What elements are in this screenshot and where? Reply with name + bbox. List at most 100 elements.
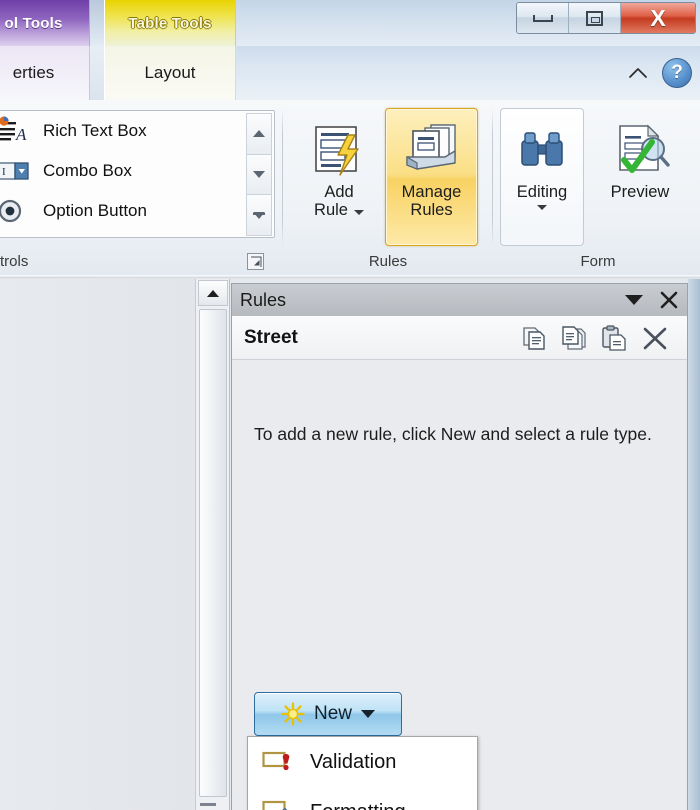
restore-button[interactable]: [569, 3, 621, 33]
gallery-item-option-button-label: Option Button: [43, 201, 147, 220]
help-icon[interactable]: ?: [662, 58, 692, 88]
scroll-more-icon: [253, 211, 265, 219]
add-rule-button[interactable]: Add Rule: [296, 108, 382, 246]
tab-properties[interactable]: erties: [0, 46, 90, 100]
new-rule-label: New: [313, 703, 352, 724]
ribbon-group-form-label: Form: [580, 253, 616, 270]
scroll-down-icon: [253, 171, 265, 178]
task-pane-body: To add a new rule, click New and select …: [232, 360, 687, 810]
application-window: ol Tools Table Tools X erties Layout ? A…: [0, 0, 700, 810]
contextual-tab-table-tools[interactable]: Table Tools: [104, 0, 236, 46]
ribbon-help-row: ?: [628, 58, 692, 88]
gallery-scrollbar[interactable]: [246, 113, 272, 237]
task-pane-title: Rules: [240, 289, 287, 310]
paste-icon[interactable]: [601, 324, 627, 351]
combo-box-icon: I: [0, 159, 31, 183]
contextual-tab-strip: ol Tools Table Tools X: [0, 0, 700, 46]
add-rule-label-line2: Rule: [314, 201, 348, 220]
add-rule-caret-icon[interactable]: [353, 210, 364, 216]
rule-toolbar: [521, 324, 675, 352]
minimize-icon: [532, 14, 553, 22]
contextual-tab-control-tools[interactable]: ol Tools: [0, 0, 90, 46]
add-rule-icon: [310, 117, 368, 183]
menu-item-validation[interactable]: Validation: [248, 737, 477, 787]
dialog-launcher-icon[interactable]: [247, 253, 264, 270]
gallery-scroll-up-button[interactable]: [246, 113, 272, 155]
editing-caret-icon[interactable]: [537, 205, 547, 211]
scroll-bottom-marker: [200, 803, 216, 806]
form-canvas[interactable]: [0, 279, 196, 810]
contextual-tab-control-tools-label: ol Tools: [4, 14, 63, 32]
gallery-item-option-button[interactable]: Option Button: [0, 191, 274, 231]
svg-text:A: A: [15, 125, 27, 144]
rich-text-box-icon: A: [0, 116, 31, 146]
gallery-item-combo-box[interactable]: I Combo Box: [0, 151, 274, 191]
restore-icon: [586, 10, 603, 26]
window-controls: X: [516, 2, 696, 34]
manage-rules-icon: [401, 117, 463, 183]
close-button[interactable]: X: [621, 3, 695, 33]
rules-task-pane: Rules Street To add a new rule, click Ne…: [231, 283, 688, 810]
menu-item-validation-label: Validation: [310, 750, 397, 773]
contextual-tab-table-tools-label: Table Tools: [128, 14, 212, 32]
ribbon-group-controls: A Rich Text Box I Combo Box Option Butto…: [0, 100, 280, 276]
manage-rules-label-line1: Manage: [401, 183, 462, 201]
editing-button[interactable]: Editing: [500, 108, 584, 246]
manage-rules-label-line2: Rules: [410, 201, 453, 220]
validation-icon: [262, 749, 292, 775]
gallery-item-rich-text-box-label: Rich Text Box: [43, 121, 147, 140]
ribbon-group-rules: Add Rule Manage Rules Rules: [288, 100, 488, 276]
new-rule-button[interactable]: New: [254, 692, 402, 736]
preview-label: Preview: [610, 183, 670, 201]
chevron-down-icon[interactable]: [625, 295, 643, 305]
scroll-up-arrow-button[interactable]: [198, 280, 228, 306]
gallery-more-button[interactable]: [246, 194, 272, 237]
tab-gap: [90, 0, 104, 46]
task-pane-close-icon[interactable]: [659, 290, 679, 310]
menu-item-formatting-label: Formatting: [310, 801, 406, 810]
group-separator-1: [282, 108, 283, 247]
minimize-button[interactable]: [517, 3, 569, 33]
tab-row: erties Layout: [0, 46, 700, 100]
close-icon: X: [650, 4, 666, 31]
task-pane-subheader: Street: [232, 316, 687, 360]
empty-state-message: To add a new rule, click New and select …: [254, 424, 652, 444]
scroll-up-arrow-icon: [206, 289, 220, 298]
gallery-item-rich-text-box[interactable]: A Rich Text Box: [0, 111, 274, 151]
manage-rules-button[interactable]: Manage Rules: [385, 108, 478, 246]
task-pane-titlebar: Rules: [232, 284, 687, 316]
gallery-scroll-down-button[interactable]: [246, 153, 272, 196]
group-separator-2: [492, 108, 493, 247]
selected-field-name: Street: [244, 326, 298, 348]
ribbon-group-form: Editing Preview Form: [496, 100, 700, 276]
copy-all-icon[interactable]: [561, 325, 587, 351]
ribbon: A Rich Text Box I Combo Box Option Butto…: [0, 100, 700, 278]
tab-layout[interactable]: Layout: [104, 46, 236, 100]
option-button-icon: [0, 199, 31, 223]
gallery-item-combo-box-label: Combo Box: [43, 161, 132, 180]
delete-x-icon[interactable]: [641, 324, 669, 352]
binoculars-icon: [516, 117, 568, 183]
add-rule-label-line1: Add: [324, 183, 354, 201]
new-rule-menu: Validation Formatting: [247, 736, 478, 810]
right-edge-strip: [688, 279, 700, 810]
tab-properties-label: erties: [12, 63, 55, 82]
tab-layout-label: Layout: [144, 63, 196, 82]
new-star-icon: [281, 702, 305, 726]
vertical-scrollbar[interactable]: [196, 279, 230, 810]
ribbon-group-rules-label: Rules: [368, 253, 408, 270]
svg-text:I: I: [2, 166, 6, 178]
copy-icon[interactable]: [521, 325, 547, 351]
preview-button[interactable]: Preview: [592, 108, 688, 246]
editing-label: Editing: [516, 183, 568, 201]
controls-gallery[interactable]: A Rich Text Box I Combo Box Option Butto…: [0, 110, 275, 238]
formatting-icon: [262, 799, 292, 810]
scroll-thumb[interactable]: [199, 309, 227, 797]
menu-item-formatting[interactable]: Formatting: [248, 787, 477, 810]
preview-form-icon: [610, 117, 670, 183]
caret-down-icon: [361, 710, 375, 718]
help-icon-label: ?: [671, 62, 683, 83]
ribbon-group-controls-label: trols: [0, 253, 29, 270]
scroll-up-icon: [253, 130, 265, 138]
chevron-up-icon[interactable]: [628, 66, 648, 80]
